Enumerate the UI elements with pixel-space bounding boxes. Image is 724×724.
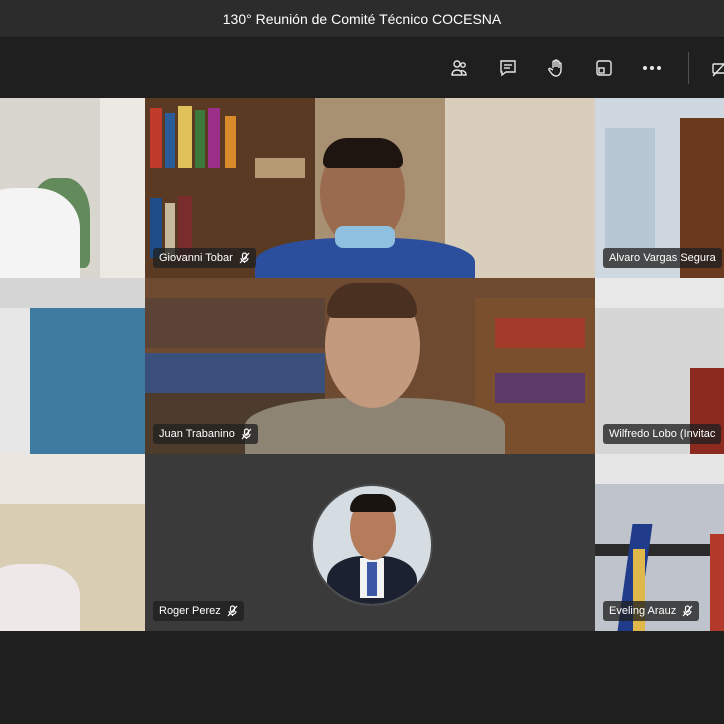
video-tile-giovanni[interactable]: Giovanni Tobar bbox=[145, 98, 595, 278]
video-tile-row3-left[interactable] bbox=[0, 454, 145, 631]
participant-name-tag: Juan Trabanino bbox=[153, 424, 258, 444]
video-tile-row2-left[interactable] bbox=[0, 278, 145, 454]
mic-muted-icon bbox=[227, 605, 238, 617]
mic-muted-icon bbox=[241, 428, 252, 440]
video-toggle-button[interactable] bbox=[706, 54, 724, 82]
video-tile-juan[interactable]: Juan Trabanino bbox=[145, 278, 595, 454]
more-options-icon bbox=[643, 66, 661, 70]
video-tile-alvaro[interactable]: Alvaro Vargas Segura bbox=[595, 98, 724, 278]
more-options-button[interactable] bbox=[638, 54, 666, 82]
raise-hand-button[interactable] bbox=[542, 54, 570, 82]
video-gallery: Giovanni Tobar Alvaro Vargas Segura Juan… bbox=[0, 98, 724, 631]
participant-avatar bbox=[311, 484, 433, 606]
participant-name: Alvaro Vargas Segura bbox=[609, 252, 716, 264]
participant-name-tag: Roger Perez bbox=[153, 601, 244, 621]
participant-name: Eveling Arauz bbox=[609, 605, 677, 617]
window-title-bar: 130° Reunión de Comité Técnico COCESNA bbox=[0, 0, 724, 38]
raise-hand-icon bbox=[548, 59, 562, 77]
toolbar-separator bbox=[688, 52, 689, 84]
participant-name-tag: Alvaro Vargas Segura bbox=[603, 248, 722, 268]
share-screen-button[interactable] bbox=[590, 54, 618, 82]
participants-icon bbox=[451, 60, 467, 76]
share-screen-icon bbox=[596, 60, 612, 76]
participants-button[interactable] bbox=[445, 54, 473, 82]
participant-name: Wilfredo Lobo (Invitac bbox=[609, 428, 716, 440]
meeting-toolbar bbox=[0, 38, 724, 98]
participant-name: Giovanni Tobar bbox=[159, 252, 233, 264]
video-icon bbox=[712, 63, 724, 77]
participant-name-tag: Giovanni Tobar bbox=[153, 248, 256, 268]
video-tile-roger[interactable]: Roger Perez bbox=[145, 454, 595, 631]
participant-name-tag: Eveling Arauz bbox=[603, 601, 700, 621]
video-tile-wilfredo[interactable]: Wilfredo Lobo (Invitac bbox=[595, 278, 724, 454]
chat-icon bbox=[500, 60, 516, 77]
bottom-empty-area bbox=[0, 631, 724, 724]
meeting-title: 130° Reunión de Comité Técnico COCESNA bbox=[222, 10, 502, 27]
mic-muted-icon bbox=[682, 605, 693, 617]
chat-button[interactable] bbox=[494, 54, 522, 82]
mic-muted-icon bbox=[239, 252, 250, 264]
video-tile-eveling[interactable]: Eveling Arauz bbox=[595, 454, 724, 631]
participant-name-tag: Wilfredo Lobo (Invitac bbox=[603, 424, 722, 444]
participant-name: Roger Perez bbox=[159, 605, 221, 617]
video-tile-row1-left[interactable] bbox=[0, 98, 145, 278]
participant-name: Juan Trabanino bbox=[159, 428, 235, 440]
